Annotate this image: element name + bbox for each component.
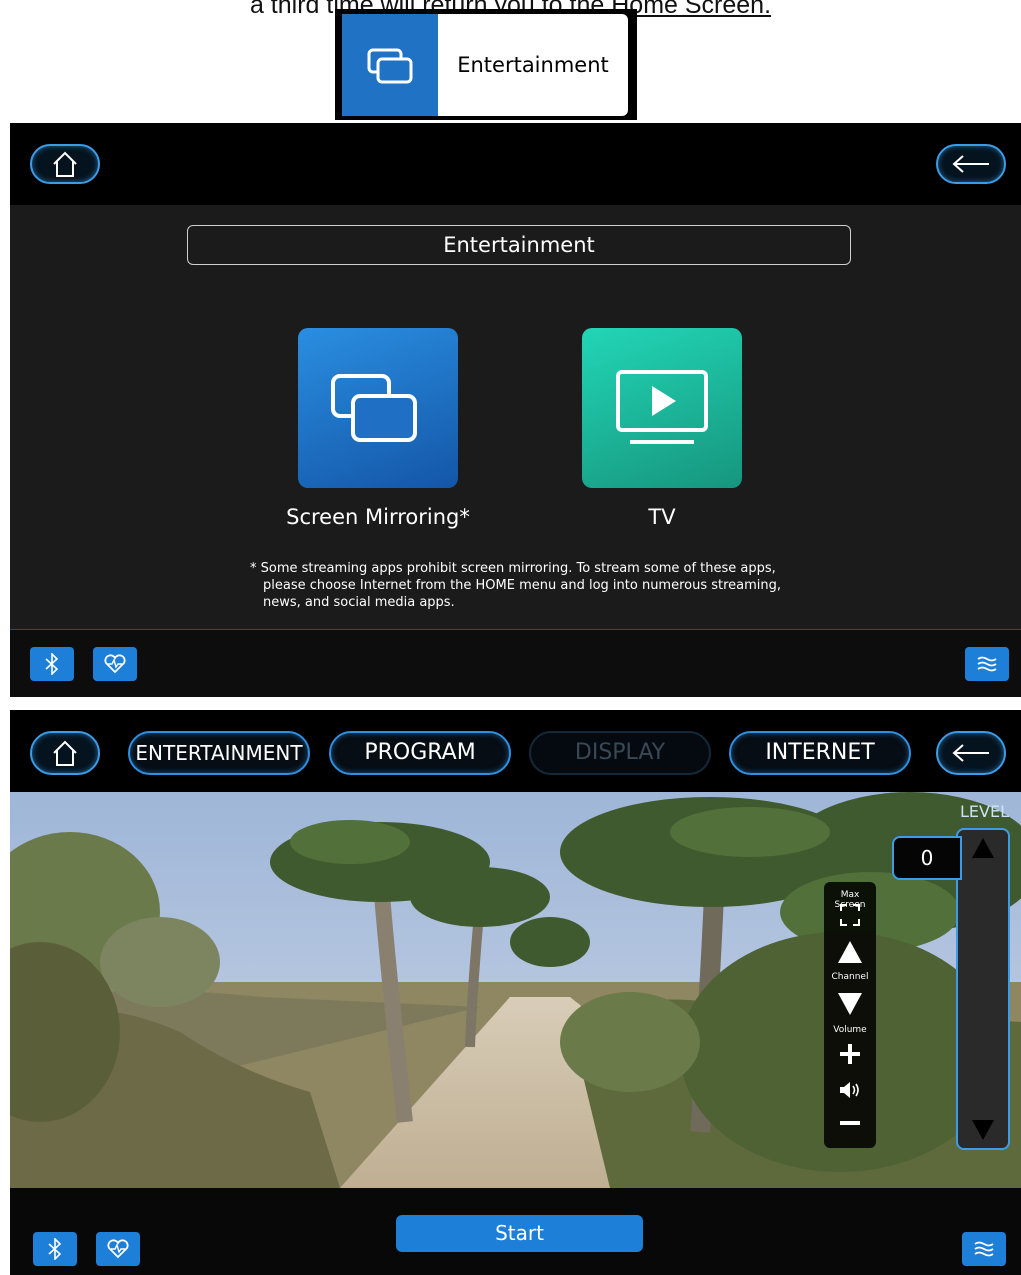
level-slider[interactable]	[956, 828, 1010, 1150]
footnote: * Some streaming apps prohibit screen mi…	[250, 560, 850, 611]
tv-play-icon	[616, 370, 708, 444]
heart-rate-button[interactable]	[93, 647, 137, 681]
volume-up-icon[interactable]	[838, 1042, 862, 1066]
channel-label: Channel	[831, 972, 869, 982]
bottom-bar	[10, 629, 1021, 697]
top-bar	[10, 123, 1021, 205]
screen-mirroring-label: Screen Mirroring*	[286, 505, 470, 529]
media-controls: Max Screen Channel Volume	[824, 882, 876, 1148]
heart-rate-button[interactable]	[96, 1232, 140, 1266]
max-screen-icon[interactable]	[840, 904, 860, 926]
bluetooth-icon	[45, 653, 59, 675]
back-button[interactable]	[936, 144, 1006, 184]
tab-entertainment[interactable]: ENTERTAINMENT	[128, 731, 310, 775]
footnote-line-3: news, and social media apps.	[263, 595, 455, 610]
top-bar: ENTERTAINMENT PROGRAM DISPLAY INTERNET	[10, 710, 1021, 792]
start-button[interactable]: Start	[396, 1215, 643, 1252]
bottom-bar: Start	[10, 1188, 1021, 1275]
page-title: Entertainment	[187, 225, 851, 265]
fan-button[interactable]	[962, 1232, 1006, 1266]
tv-label: TV	[648, 505, 676, 529]
home-icon	[53, 740, 77, 766]
fan-button[interactable]	[965, 647, 1009, 681]
entertainment-screen: Entertainment Screen Mirroring* TV * Som…	[10, 123, 1021, 697]
heart-rate-icon	[104, 654, 126, 674]
back-arrow-icon	[952, 744, 989, 762]
entertainment-badge: Entertainment	[335, 9, 637, 120]
level-value: 0	[892, 836, 962, 880]
screen-mirroring-icon	[367, 48, 413, 84]
volume-label: Volume	[833, 1025, 867, 1035]
tab-program[interactable]: PROGRAM	[329, 731, 511, 775]
workout-screen: ENTERTAINMENT PROGRAM DISPLAY INTERNET L…	[10, 710, 1021, 1275]
bluetooth-button[interactable]	[33, 1232, 77, 1266]
badge-label: Entertainment	[457, 53, 609, 77]
badge-icon-area	[342, 14, 438, 116]
bluetooth-button[interactable]	[30, 647, 74, 681]
channel-up-icon[interactable]	[837, 940, 863, 964]
level-down-icon[interactable]	[970, 1118, 996, 1142]
screen-mirroring-tile[interactable]	[298, 328, 458, 488]
home-icon	[53, 151, 77, 177]
level-up-icon[interactable]	[970, 836, 996, 860]
tab-display: DISPLAY	[529, 731, 711, 775]
bluetooth-icon	[48, 1238, 62, 1260]
speaker-icon	[840, 1082, 859, 1098]
tv-tile[interactable]	[582, 328, 742, 488]
footnote-line-1: * Some streaming apps prohibit screen mi…	[250, 561, 776, 576]
back-arrow-icon	[952, 155, 989, 173]
home-button[interactable]	[30, 144, 100, 184]
screen-mirroring-icon	[331, 374, 417, 442]
badge-label-area: Entertainment	[438, 14, 628, 116]
channel-down-icon[interactable]	[837, 992, 863, 1016]
footnote-line-2: please choose Internet from the HOME men…	[263, 578, 782, 593]
heart-rate-icon	[107, 1239, 129, 1259]
tab-internet[interactable]: INTERNET	[729, 731, 911, 775]
volume-down-icon[interactable]	[838, 1118, 862, 1128]
back-button[interactable]	[936, 731, 1006, 775]
level-label: LEVEL	[960, 802, 1009, 821]
fan-waves-icon	[977, 656, 997, 672]
home-button[interactable]	[30, 731, 100, 775]
fan-waves-icon	[974, 1241, 994, 1257]
